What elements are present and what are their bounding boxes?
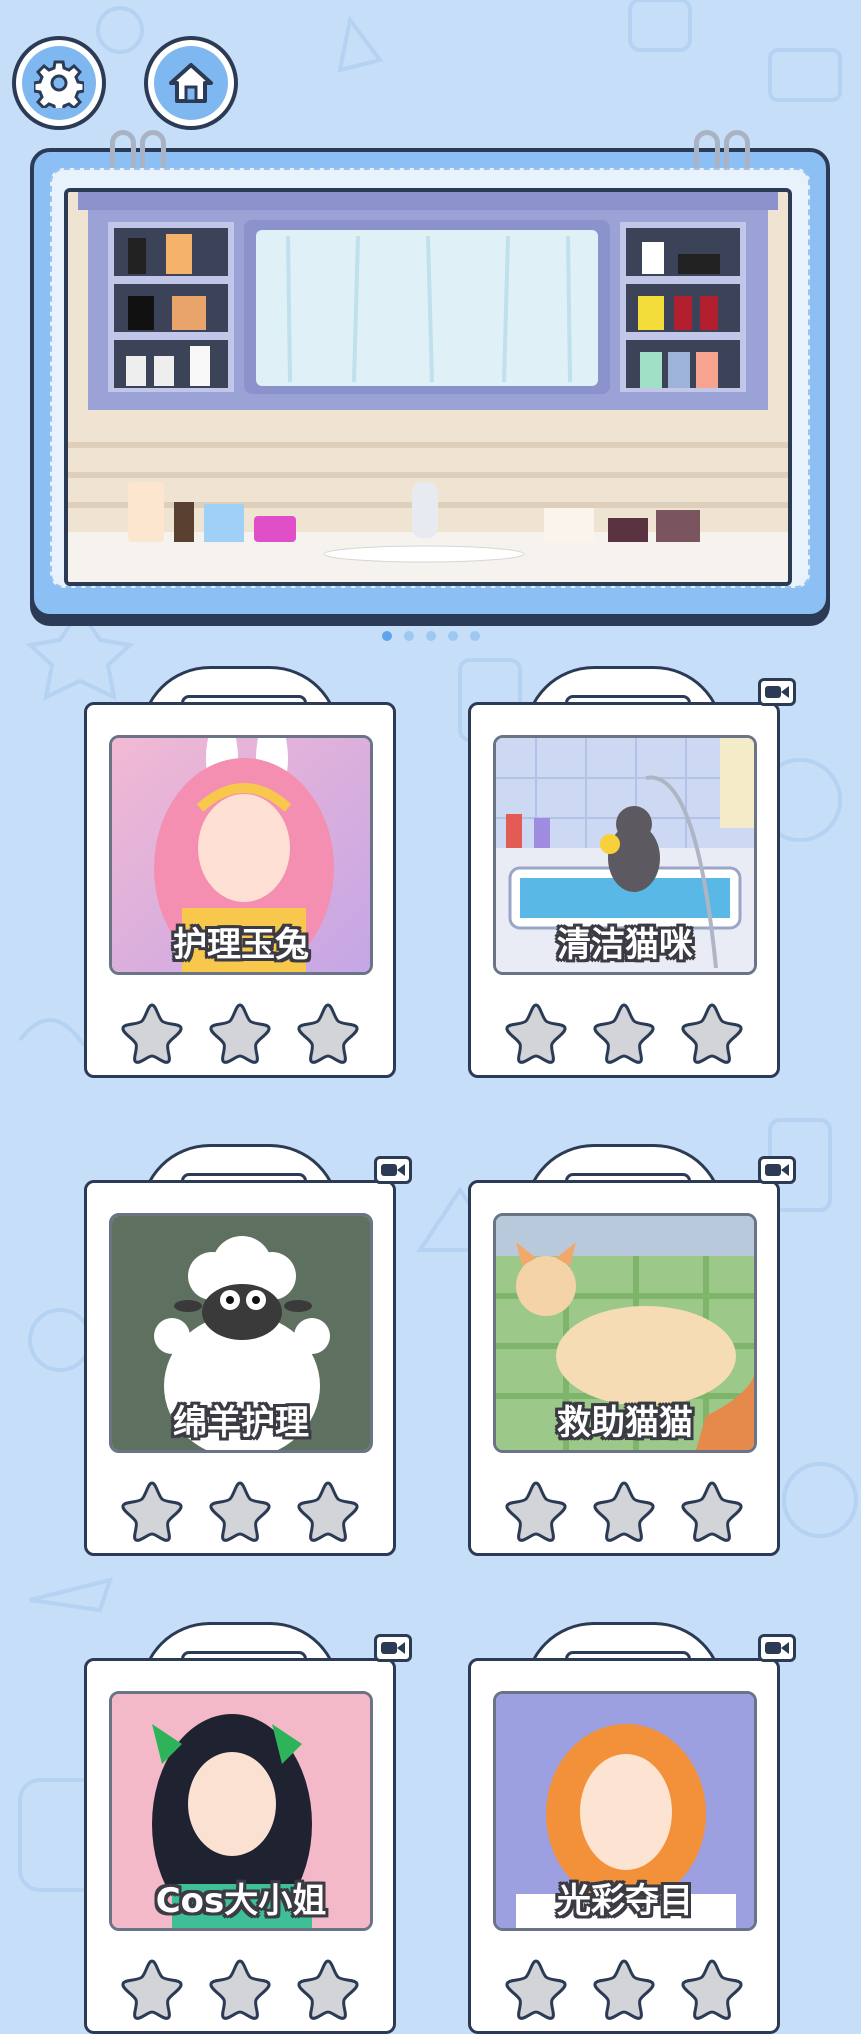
- star-rating: [87, 1479, 393, 1543]
- card-body: Cos大小姐: [84, 1658, 396, 2034]
- star-icon: [504, 1957, 568, 2021]
- star-rating: [87, 1957, 393, 2021]
- star-icon: [120, 1479, 184, 1543]
- page-dot[interactable]: [381, 631, 392, 641]
- star-rating: [471, 1479, 777, 1543]
- level-thumbnail[interactable]: 清洁猫咪: [493, 735, 757, 975]
- level-card-bunny[interactable]: 护理玉兔: [84, 666, 396, 1078]
- video-ad-badge: [374, 1634, 412, 1662]
- star-icon: [296, 1957, 360, 2021]
- card-body: 光彩夺目: [468, 1658, 780, 2034]
- level-title: 光彩夺目: [557, 1881, 693, 1921]
- star-icon: [296, 1479, 360, 1543]
- video-ad-badge: [758, 1634, 796, 1662]
- star-rating: [87, 1001, 393, 1065]
- level-card-cos[interactable]: Cos大小姐: [84, 1622, 412, 2034]
- video-ad-badge: [758, 1156, 796, 1184]
- video-ad-badge: [374, 1156, 412, 1184]
- video-camera-icon: [765, 686, 789, 698]
- video-ad-badge: [758, 678, 796, 706]
- home-icon: [169, 63, 213, 103]
- star-icon: [208, 1001, 272, 1065]
- level-card-cat-bath[interactable]: 清洁猫咪: [468, 666, 796, 1078]
- card-body: 清洁猫咪: [468, 702, 780, 1078]
- star-icon: [592, 1957, 656, 2021]
- level-thumbnail[interactable]: 绵羊护理: [109, 1213, 373, 1453]
- level-card-cat-rescue[interactable]: 救助猫猫: [468, 1144, 796, 1556]
- card-body: 救助猫猫: [468, 1180, 780, 1556]
- home-button[interactable]: [144, 36, 238, 130]
- star-icon: [680, 1001, 744, 1065]
- star-icon: [504, 1479, 568, 1543]
- page-dot[interactable]: [447, 631, 458, 641]
- star-icon: [120, 1001, 184, 1065]
- star-icon: [592, 1001, 656, 1065]
- level-thumbnail[interactable]: 光彩夺目: [493, 1691, 757, 1931]
- video-camera-icon: [381, 1164, 405, 1176]
- banner-page-indicator: [0, 631, 861, 641]
- star-icon: [680, 1957, 744, 2021]
- featured-banner[interactable]: [30, 130, 830, 618]
- card-body: 护理玉兔: [84, 702, 396, 1078]
- star-rating: [471, 1001, 777, 1065]
- level-thumbnail[interactable]: 护理玉兔: [109, 735, 373, 975]
- star-icon: [208, 1957, 272, 2021]
- video-camera-icon: [765, 1164, 789, 1176]
- level-thumbnail[interactable]: 救助猫猫: [493, 1213, 757, 1453]
- settings-button[interactable]: [12, 36, 106, 130]
- video-camera-icon: [381, 1642, 405, 1654]
- level-title: 清洁猫咪: [557, 925, 693, 965]
- level-card-sheep[interactable]: 绵羊护理: [84, 1144, 412, 1556]
- star-icon: [592, 1479, 656, 1543]
- video-camera-icon: [765, 1642, 789, 1654]
- gear-icon: [34, 60, 84, 108]
- level-title: 救助猫猫: [557, 1403, 693, 1443]
- star-icon: [208, 1479, 272, 1543]
- level-thumbnail[interactable]: Cos大小姐: [109, 1691, 373, 1931]
- star-icon: [296, 1001, 360, 1065]
- bathroom-scene-image: [64, 188, 792, 586]
- page-dot[interactable]: [469, 631, 480, 641]
- star-icon: [120, 1957, 184, 2021]
- page-dot[interactable]: [403, 631, 414, 641]
- card-body: 绵羊护理: [84, 1180, 396, 1556]
- level-title: 绵羊护理: [173, 1403, 309, 1443]
- page-dot[interactable]: [425, 631, 436, 641]
- star-icon: [504, 1001, 568, 1065]
- level-title: 护理玉兔: [173, 925, 309, 965]
- level-title: Cos大小姐: [155, 1881, 327, 1921]
- star-rating: [471, 1957, 777, 2021]
- star-icon: [680, 1479, 744, 1543]
- level-card-glam[interactable]: 光彩夺目: [468, 1622, 796, 2034]
